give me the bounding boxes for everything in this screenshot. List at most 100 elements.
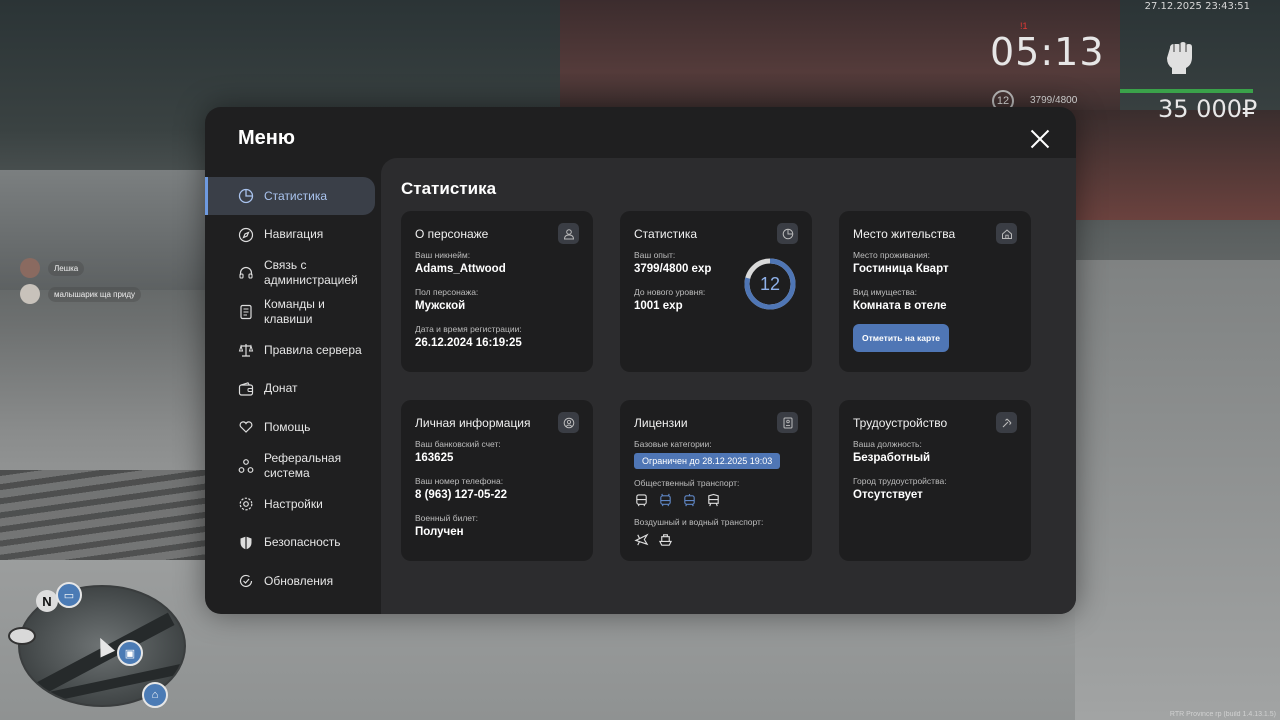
property-label: Вид имущества:: [853, 287, 917, 297]
sidebar-item-statistics[interactable]: Статистика: [205, 177, 375, 215]
card-job: Трудоустройство Ваша должность: Безработ…: [839, 400, 1031, 561]
bus-marker-icon: ▭: [56, 582, 82, 608]
sidebar-item-navigation[interactable]: Навигация: [205, 216, 381, 254]
chat-message: Лешка: [20, 258, 141, 278]
base-categories-label: Базовые категории:: [634, 439, 712, 449]
nickname-value: Adams_Attwood: [415, 263, 506, 275]
referral-icon: [238, 458, 254, 474]
menu-title: Меню: [238, 127, 295, 149]
sidebar-item-commands[interactable]: Команды и клавиши: [205, 293, 381, 331]
fist-icon: [1162, 34, 1198, 74]
mark-on-map-button[interactable]: Отметить на карте: [853, 324, 949, 352]
hud-exp: 3799/4800: [1030, 95, 1078, 106]
hammer-icon: [996, 412, 1017, 433]
gender-value: Мужской: [415, 300, 466, 312]
hud-clock: 05:13: [990, 30, 1105, 74]
sidebar-item-rules[interactable]: Правила сервера: [205, 331, 381, 369]
card-stats: Статистика Ваш опыт: 3799/4800 exp До но…: [620, 211, 812, 372]
chat-text: малышарик ща приду: [48, 286, 142, 302]
sidebar-item-settings[interactable]: Настройки: [205, 485, 381, 523]
bus-icon: [636, 494, 647, 507]
sidebar-item-label: Реферальная система: [264, 450, 342, 480]
sidebar: Статистика Навигация Связь с администрац…: [205, 177, 381, 601]
trolleybus-icon: [660, 493, 671, 507]
sidebar-item-label: Статистика: [264, 188, 328, 203]
registration-label: Дата и время регистрации:: [415, 324, 522, 334]
map-marker-icon: [8, 627, 36, 645]
nickname-label: Ваш никнейм:: [415, 250, 471, 260]
bank-value: 163625: [415, 452, 454, 464]
card-title: Трудоустройство: [853, 415, 948, 430]
build-version: RTR Province rp (build 1.4.13.1.5): [1169, 711, 1276, 718]
hud-money: 35 000₽: [1158, 95, 1258, 123]
sidebar-item-referral[interactable]: Реферальная система: [205, 447, 381, 485]
sidebar-item-help[interactable]: Помощь: [205, 408, 381, 446]
sidebar-item-label: Связь с администрацией: [264, 258, 358, 287]
sidebar-item-admin-contact[interactable]: Связь с администрацией: [205, 254, 381, 292]
scales-icon: [238, 342, 254, 358]
profile-icon: [558, 412, 579, 433]
heart-hand-icon: [238, 419, 254, 435]
content-panel: Статистика О персонаже Ваш никнейм: Adam…: [381, 158, 1076, 614]
hud-datetime: 27.12.2025 23:43:51: [1144, 1, 1250, 12]
job-city-value: Отсутствует: [853, 489, 923, 501]
card-personal: Личная информация Ваш банковский счет: 1…: [401, 400, 593, 561]
card-title: Личная информация: [415, 415, 531, 430]
wallet-icon: [238, 381, 254, 397]
bank-label: Ваш банковский счет:: [415, 439, 501, 449]
public-transport-icons: [634, 493, 798, 508]
page-title: Статистика: [401, 179, 497, 198]
north-icon: N: [36, 590, 58, 612]
update-icon: [238, 573, 254, 589]
avatar: [20, 284, 40, 304]
health-bar: [1120, 89, 1253, 93]
registration-value: 26.12.2024 16:19:25: [415, 337, 522, 349]
card-title: Место жительства: [853, 226, 956, 241]
sidebar-item-security[interactable]: Безопасность: [205, 524, 381, 562]
residence-value: Гостиница Кварт: [853, 263, 949, 275]
residence-label: Место проживания:: [853, 250, 930, 260]
id-card-icon: [777, 412, 798, 433]
background-ground: [1075, 260, 1280, 720]
sidebar-item-donate[interactable]: Донат: [205, 370, 381, 408]
tram-icon: [684, 493, 695, 507]
card-residence: Место жительства Место проживания: Гости…: [839, 211, 1031, 372]
chat-text: Лешка: [48, 260, 85, 276]
phone-value: 8 (963) 127-05-22: [415, 489, 508, 501]
statistics-icon: [777, 223, 798, 244]
sidebar-item-label: Навигация: [264, 227, 324, 241]
card-title: О персонаже: [415, 226, 489, 241]
position-label: Ваша должность:: [853, 439, 922, 449]
compass-icon: [238, 227, 254, 243]
card-licenses: Лицензии Базовые категории: Ограничен до…: [620, 400, 812, 561]
avatar: [20, 258, 40, 278]
property-value: Комната в отеле: [853, 300, 947, 312]
plane-icon: [634, 533, 649, 546]
job-city-label: Город трудоустройства:: [853, 476, 947, 486]
public-transport-label: Общественный транспорт:: [634, 478, 740, 488]
train-marker-icon: ▣: [117, 640, 143, 666]
document-icon: [238, 304, 254, 320]
military-value: Получен: [415, 526, 464, 538]
military-label: Военный билет:: [415, 513, 479, 523]
sidebar-item-label: Донат: [264, 381, 298, 395]
sidebar-item-label: Команды и клавиши: [264, 296, 325, 326]
license-status-badge: Ограничен до 28.12.2025 19:03: [634, 453, 781, 469]
home-icon: [996, 223, 1017, 244]
phone-label: Ваш номер телефона:: [415, 476, 504, 486]
sidebar-item-updates[interactable]: Обновления: [205, 562, 381, 600]
bank-marker-icon: ⌂: [142, 682, 168, 708]
headset-icon: [238, 265, 254, 281]
air-water-transport-icons: [634, 532, 798, 547]
position-value: Безработный: [853, 452, 931, 464]
gender-label: Пол персонажа:: [415, 287, 479, 297]
shield-icon: [238, 535, 254, 551]
sidebar-item-label: Безопасность: [264, 535, 341, 549]
sidebar-item-label: Настройки: [264, 496, 323, 511]
sidebar-item-label: Помощь: [264, 419, 311, 434]
user-icon: [558, 223, 579, 244]
level-value: 12: [759, 273, 781, 294]
sidebar-item-label: Правила сервера: [264, 342, 362, 357]
card-title: Лицензии: [634, 415, 688, 430]
close-icon[interactable]: [1028, 127, 1052, 151]
